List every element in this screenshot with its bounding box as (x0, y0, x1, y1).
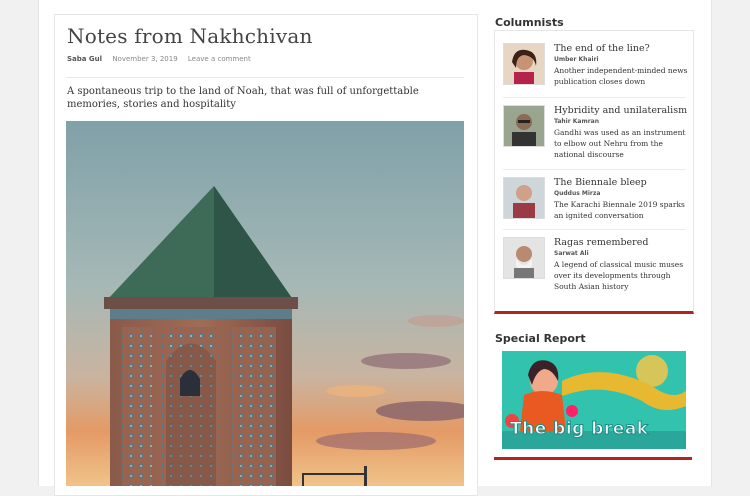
columnist-desc: The Karachi Biennale 2019 sparks an igni… (554, 200, 685, 220)
columnist-author: Tahir Kamran (554, 118, 599, 125)
leave-comment-link[interactable]: Leave a comment (188, 55, 251, 63)
special-banner-text: The big break (510, 419, 649, 440)
columnist-title[interactable]: The Biennale bleep (554, 177, 690, 189)
columnist-photo[interactable] (503, 105, 545, 147)
columnist-photo[interactable] (503, 177, 545, 219)
separator (503, 97, 685, 98)
columnists-widget: The end of the line? Umber Khairi Anothe… (494, 30, 694, 314)
columnist-title[interactable]: The end of the line? (554, 43, 690, 55)
post-date[interactable]: November 3, 2019 (112, 55, 177, 63)
columnist-desc: Gandhi was used as an instrument to elbo… (554, 128, 686, 159)
title-divider (66, 77, 464, 78)
author-link[interactable]: Saba Gul (67, 55, 102, 63)
columnist-author: Umber Khairi (554, 56, 599, 63)
columnist-author: Quddus Mirza (554, 190, 601, 197)
columnist-desc: A legend of classical music muses over i… (554, 260, 684, 291)
special-report-widget[interactable]: The big break (494, 345, 692, 460)
columnist-title[interactable]: Hybridity and unilateralism (554, 105, 690, 117)
article-meta: Saba Gul November 3, 2019 Leave a commen… (67, 55, 251, 63)
special-report-heading: Special Report (495, 332, 586, 345)
columnist-desc: Another independent-minded news publicat… (554, 66, 688, 86)
columnist-author: Sarwat Ali (554, 250, 589, 257)
columnist-photo[interactable] (503, 237, 545, 279)
special-report-banner[interactable]: The big break (502, 351, 686, 449)
separator (503, 169, 685, 170)
article-subtitle: A spontaneous trip to the land of Noah, … (67, 86, 419, 110)
hero-image (66, 121, 464, 486)
columnist-title[interactable]: Ragas remembered (554, 237, 690, 249)
article-title[interactable]: Notes from Nakhchivan (67, 24, 313, 48)
separator (503, 229, 685, 230)
columnists-heading: Columnists (495, 16, 564, 29)
columnist-photo[interactable] (503, 43, 545, 85)
